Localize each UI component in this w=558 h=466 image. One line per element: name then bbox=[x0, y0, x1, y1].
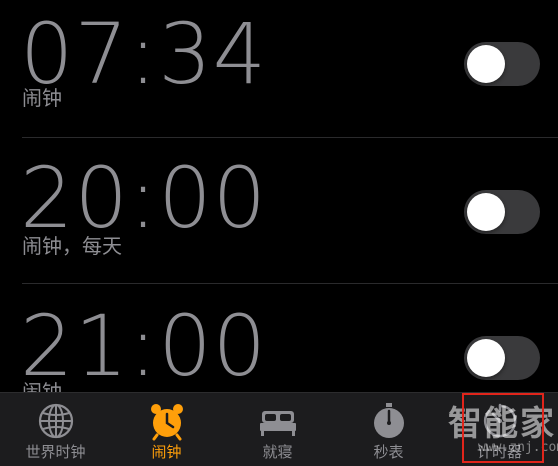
globe-icon bbox=[38, 403, 74, 439]
alarm-row[interactable]: 07:34 闹钟 bbox=[0, 0, 558, 138]
alarm-row[interactable]: 20:00 闹钟，每天 bbox=[0, 138, 558, 284]
tab-label: 就寝 bbox=[262, 443, 293, 461]
alarm-time: 20:00 bbox=[20, 149, 268, 247]
toggle-knob bbox=[467, 193, 505, 231]
bed-icon bbox=[260, 411, 296, 436]
tab-timer[interactable]: 计时器 bbox=[444, 393, 555, 466]
alarm-label: 闹钟 bbox=[22, 380, 62, 392]
tab-label: 世界时钟 bbox=[25, 443, 86, 461]
alarm-time: 21:00 bbox=[20, 297, 268, 392]
tab-label: 秒表 bbox=[373, 443, 404, 461]
stopwatch-icon bbox=[374, 403, 404, 438]
alarm-label: 闹钟 bbox=[22, 86, 62, 110]
timer-icon bbox=[484, 403, 517, 438]
alarm-label: 闹钟，每天 bbox=[22, 234, 122, 258]
alarm-time: 07:34 bbox=[20, 5, 268, 103]
tab-label: 计时器 bbox=[476, 443, 522, 461]
toggle-knob bbox=[467, 339, 505, 377]
tab-stopwatch[interactable]: 秒表 bbox=[333, 393, 444, 466]
tab-bar: 世界时钟 闹钟 就寝 秒表 计时器 bbox=[0, 392, 558, 466]
alarm-list: 07:34 闹钟 20:00 闹钟，每天 21:00 闹钟 bbox=[0, 0, 558, 392]
tab-bedtime[interactable]: 就寝 bbox=[222, 393, 333, 466]
alarm-clock-icon bbox=[151, 404, 183, 441]
tab-label: 闹钟 bbox=[151, 443, 182, 461]
alarm-row[interactable]: 21:00 闹钟 bbox=[0, 284, 558, 392]
alarm-toggle[interactable] bbox=[464, 42, 540, 86]
tab-world-clock[interactable]: 世界时钟 bbox=[0, 393, 111, 466]
alarm-toggle[interactable] bbox=[464, 336, 540, 380]
tab-alarm[interactable]: 闹钟 bbox=[111, 393, 222, 466]
alarm-toggle[interactable] bbox=[464, 190, 540, 234]
toggle-knob bbox=[467, 45, 505, 83]
